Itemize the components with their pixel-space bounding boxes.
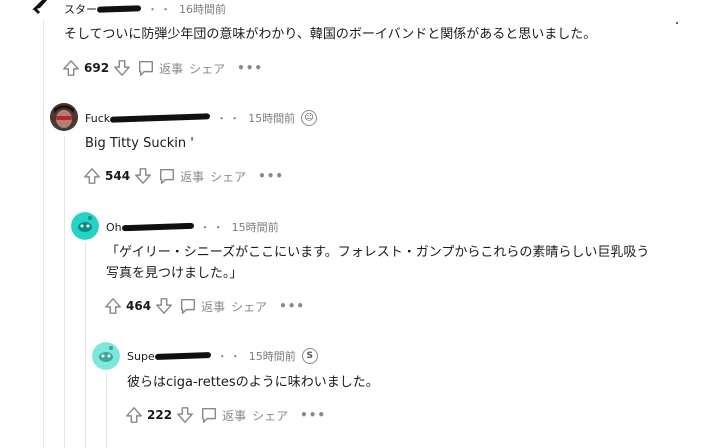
comment-actions: 692 返事 シェア ••• <box>62 56 263 80</box>
redaction-scribble <box>96 5 142 13</box>
timestamp[interactable]: 15時間前 <box>232 219 279 235</box>
snoo-avatar-icon <box>92 342 120 370</box>
thread-line[interactable] <box>43 20 44 448</box>
comment-meta: Fuck ・・ 15時間前 ☺ <box>85 109 318 127</box>
comment-text: 彼らはciga-rettesのように味わいました。 <box>127 375 379 390</box>
avatar-photo-icon <box>50 103 78 131</box>
comment-actions: 544 返事 シェア ••• <box>83 164 284 188</box>
comment-meta: Supe ・・ 15時間前 S <box>127 347 318 365</box>
comment-meta: スター ・・ 16時間前 <box>64 0 226 18</box>
reply-button[interactable]: 返事 <box>137 59 183 77</box>
separator-dots: ・・ <box>199 221 226 234</box>
comment-text-line2: 写真を見つけました。」 <box>106 266 243 281</box>
username[interactable]: Supe <box>127 350 155 363</box>
thread-line[interactable] <box>106 372 107 448</box>
more-icon: ••• <box>300 408 327 422</box>
thread-line[interactable] <box>64 136 65 448</box>
comment-text: Big Titty Suckin ' <box>85 136 194 151</box>
more-options-button[interactable]: ••• <box>237 61 263 75</box>
more-icon: ••• <box>237 61 264 75</box>
comment-actions: 464 返事 シェア ••• <box>104 294 305 318</box>
reply-icon <box>181 298 196 314</box>
award-icon[interactable]: ☺ <box>301 110 318 126</box>
share-label: シェア <box>189 61 226 76</box>
separator-dots: ・・ <box>216 350 243 363</box>
comment-text: そしてついに防弾少年団の意味がわかり、韓国のボーイバンドと関係があると思いました… <box>64 27 597 42</box>
downvote-icon[interactable] <box>113 59 131 77</box>
reply-button[interactable]: 返事 <box>200 406 246 424</box>
avatar[interactable] <box>50 103 78 131</box>
reply-label: 返事 <box>201 299 226 314</box>
more-icon: ••• <box>258 169 285 183</box>
more-options-button[interactable]: ••• <box>258 169 284 183</box>
share-label: シェア <box>210 169 247 184</box>
reply-icon <box>139 60 154 76</box>
reply-label: 返事 <box>159 61 184 76</box>
reply-label: 返事 <box>180 169 205 184</box>
thread-line[interactable] <box>85 242 86 448</box>
more-options-button[interactable]: ••• <box>300 408 326 422</box>
share-button[interactable]: シェア <box>231 298 267 315</box>
comment-meta: Oh ・・ 15時間前 <box>106 218 279 236</box>
username[interactable]: Oh <box>106 221 122 234</box>
award-icon[interactable]: S <box>301 348 318 364</box>
share-button[interactable]: シェア <box>189 60 225 77</box>
share-button[interactable]: シェア <box>210 168 246 185</box>
avatar[interactable] <box>92 342 120 370</box>
reply-icon <box>160 168 175 184</box>
share-label: シェア <box>231 299 268 314</box>
reply-button[interactable]: 返事 <box>158 167 204 185</box>
redaction-scribble <box>154 352 211 360</box>
avatar-icon <box>32 0 48 15</box>
more-icon: ••• <box>279 299 306 313</box>
timestamp[interactable]: 15時間前 <box>248 110 295 126</box>
comment-actions: 222 返事 シェア ••• <box>125 403 326 427</box>
vote-count: 222 <box>147 408 173 422</box>
share-label: シェア <box>252 408 289 423</box>
stray-dot <box>676 22 678 24</box>
separator-dots: ・・ <box>147 3 173 16</box>
comment-text: 「ゲイリー・シニーズがここにいます。フォレスト・ガンプからこれらの素晴らしい巨乳… <box>106 245 650 260</box>
redaction-scribble <box>110 113 211 123</box>
reply-button[interactable]: 返事 <box>179 297 225 315</box>
timestamp[interactable]: 15時間前 <box>249 348 296 364</box>
snoo-avatar-icon <box>71 212 99 240</box>
more-options-button[interactable]: ••• <box>279 299 305 313</box>
downvote-icon[interactable] <box>134 167 152 185</box>
upvote-icon[interactable] <box>104 297 122 315</box>
vote-count: 464 <box>126 299 152 313</box>
vote-count: 692 <box>84 61 110 75</box>
username[interactable]: Fuck <box>85 112 110 125</box>
share-button[interactable]: シェア <box>252 407 288 424</box>
downvote-icon[interactable] <box>176 406 194 424</box>
username[interactable]: スター <box>64 1 97 17</box>
timestamp[interactable]: 16時間前 <box>179 1 226 17</box>
avatar[interactable] <box>30 0 58 18</box>
redaction-scribble <box>121 222 194 232</box>
downvote-icon[interactable] <box>155 297 173 315</box>
reply-label: 返事 <box>222 408 247 423</box>
vote-count: 544 <box>105 169 131 183</box>
separator-dots: ・・ <box>216 112 243 125</box>
avatar[interactable] <box>71 212 99 240</box>
upvote-icon[interactable] <box>125 406 143 424</box>
upvote-icon[interactable] <box>62 59 80 77</box>
reply-icon <box>202 407 217 423</box>
upvote-icon[interactable] <box>83 167 101 185</box>
